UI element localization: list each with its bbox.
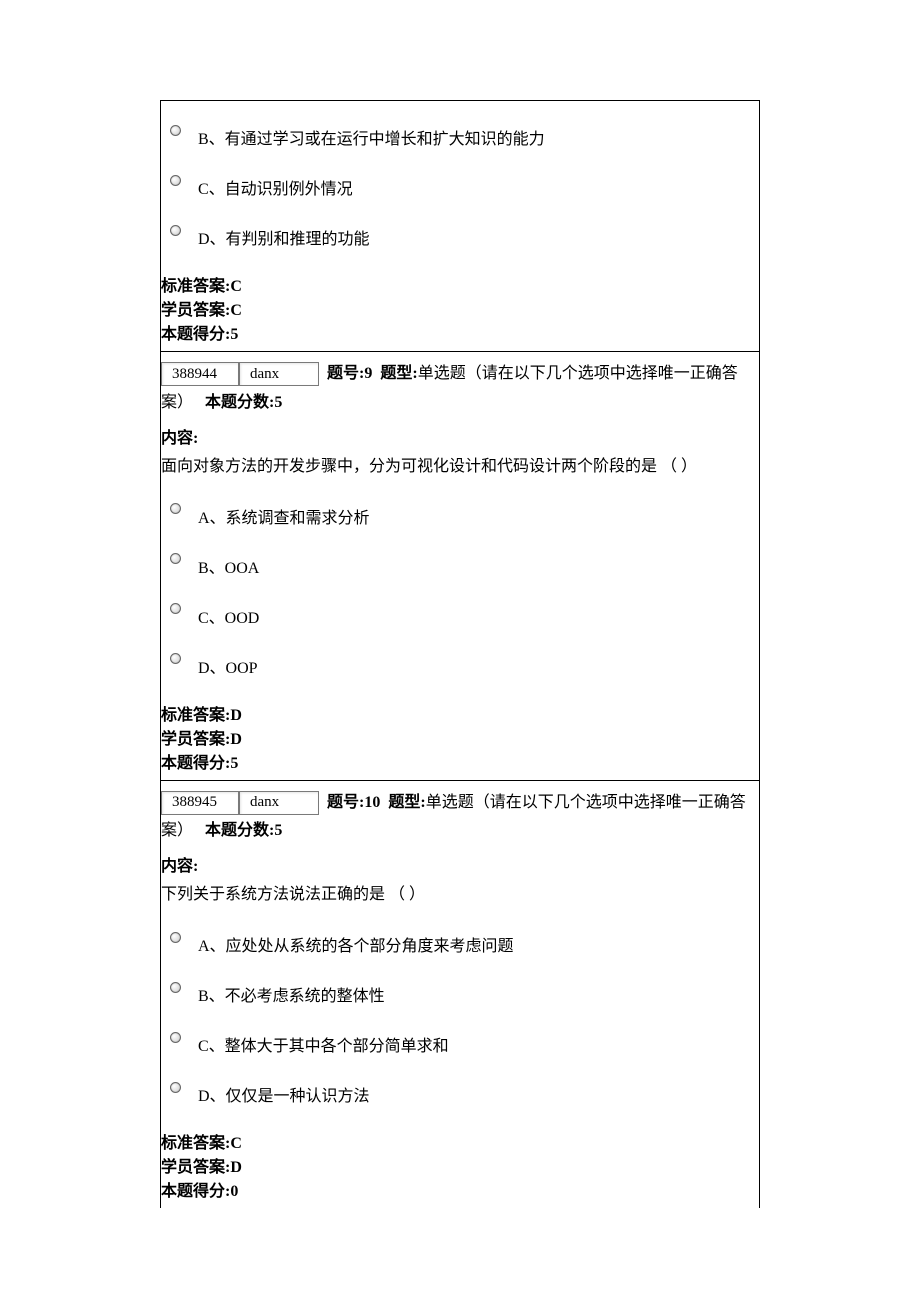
radio-icon[interactable] <box>170 175 181 186</box>
standard-answer-value: C <box>230 278 242 295</box>
option-row[interactable]: A、应处处从系统的各个部分角度来考虑问题 <box>166 918 752 968</box>
question-header: 题号:10 题型:单选题（请在以下几个选项中选择唯一正确答案） 本题分数:5 <box>161 781 757 851</box>
question-points-label: 本题分数: <box>205 822 274 839</box>
option-label: B、有通过学习或在运行中增长和扩大知识的能力 <box>198 123 752 149</box>
option-row[interactable]: C、整体大于其中各个部分简单求和 <box>166 1018 752 1068</box>
option-label: D、仅仅是一种认识方法 <box>198 1080 752 1106</box>
score-value: 5 <box>230 326 238 343</box>
radio-icon[interactable] <box>170 932 181 943</box>
options-list: B、有通过学习或在运行中增长和扩大知识的能力 C、自动识别例外情况 D、有判别和… <box>161 101 757 271</box>
standard-answer-value: C <box>230 1135 242 1152</box>
question-type-label: 题型: <box>380 365 417 382</box>
score-label: 本题得分: <box>161 1183 230 1200</box>
question-block: 题号:10 题型:单选题（请在以下几个选项中选择唯一正确答案） 本题分数:5 内… <box>160 780 760 1209</box>
student-answer-value: D <box>230 731 242 748</box>
student-answer-label: 学员答案: <box>161 302 230 319</box>
question-type-input[interactable] <box>239 791 319 815</box>
question-type-label: 题型: <box>388 794 425 811</box>
content-body: 面向对象方法的开发步骤中，分为可视化设计和代码设计两个阶段的是 （ ） <box>161 450 757 480</box>
answers-block: 标准答案:C 学员答案:D 本题得分:0 <box>161 1128 757 1208</box>
option-label: B、OOA <box>198 552 752 578</box>
option-label: C、OOD <box>198 602 752 628</box>
content-body: 下列关于系统方法说法正确的是 （ ） <box>161 878 757 908</box>
radio-icon[interactable] <box>170 653 181 664</box>
option-label: B、不必考虑系统的整体性 <box>198 980 752 1006</box>
answers-block: 标准答案:D 学员答案:D 本题得分:5 <box>161 700 757 780</box>
options-list: A、系统调查和需求分析 B、OOA C、OOD D、OOP <box>161 480 757 700</box>
question-number-value: 10 <box>364 794 380 811</box>
student-answer-label: 学员答案: <box>161 731 230 748</box>
question-block: 题号:9 题型:单选题（请在以下几个选项中选择唯一正确答案） 本题分数:5 内容… <box>160 351 760 780</box>
score-value: 5 <box>230 755 238 772</box>
question-points-label: 本题分数: <box>205 394 274 411</box>
content-label: 内容: <box>161 422 757 450</box>
student-answer-label: 学员答案: <box>161 1159 230 1176</box>
radio-icon[interactable] <box>170 225 181 236</box>
option-label: C、自动识别例外情况 <box>198 173 752 199</box>
option-row[interactable]: C、OOD <box>166 590 752 640</box>
radio-icon[interactable] <box>170 553 181 564</box>
option-row[interactable]: B、不必考虑系统的整体性 <box>166 968 752 1018</box>
options-list: A、应处处从系统的各个部分角度来考虑问题 B、不必考虑系统的整体性 C、整体大于… <box>161 908 757 1128</box>
answers-block: 标准答案:C 学员答案:C 本题得分:5 <box>161 271 757 351</box>
question-number-value: 9 <box>364 365 372 382</box>
option-label: A、系统调查和需求分析 <box>198 502 752 528</box>
option-label: A、应处处从系统的各个部分角度来考虑问题 <box>198 930 752 956</box>
score-label: 本题得分: <box>161 326 230 343</box>
radio-icon[interactable] <box>170 603 181 614</box>
option-label: D、有判别和推理的功能 <box>198 223 752 249</box>
question-number-label: 题号: <box>327 794 364 811</box>
student-answer-value: C <box>230 302 242 319</box>
standard-answer-value: D <box>230 707 242 724</box>
option-label: D、OOP <box>198 652 752 678</box>
radio-icon[interactable] <box>170 503 181 514</box>
radio-icon[interactable] <box>170 1082 181 1093</box>
question-id-input[interactable] <box>161 362 239 386</box>
option-label: C、整体大于其中各个部分简单求和 <box>198 1030 752 1056</box>
question-header: 题号:9 题型:单选题（请在以下几个选项中选择唯一正确答案） 本题分数:5 <box>161 352 757 422</box>
standard-answer-label: 标准答案: <box>161 707 230 724</box>
student-answer-value: D <box>230 1159 242 1176</box>
option-row[interactable]: D、有判别和推理的功能 <box>166 211 752 261</box>
radio-icon[interactable] <box>170 982 181 993</box>
standard-answer-label: 标准答案: <box>161 1135 230 1152</box>
question-type-input[interactable] <box>239 362 319 386</box>
score-label: 本题得分: <box>161 755 230 772</box>
option-row[interactable]: D、仅仅是一种认识方法 <box>166 1068 752 1118</box>
radio-icon[interactable] <box>170 1032 181 1043</box>
option-row[interactable]: D、OOP <box>166 640 752 690</box>
question-points-value: 5 <box>274 822 282 839</box>
question-points-value: 5 <box>274 394 282 411</box>
option-row[interactable]: B、有通过学习或在运行中增长和扩大知识的能力 <box>166 111 752 161</box>
standard-answer-label: 标准答案: <box>161 278 230 295</box>
content-label: 内容: <box>161 850 757 878</box>
radio-icon[interactable] <box>170 125 181 136</box>
question-number-label: 题号: <box>327 365 364 382</box>
question-id-input[interactable] <box>161 791 239 815</box>
score-value: 0 <box>230 1183 238 1200</box>
option-row[interactable]: B、OOA <box>166 540 752 590</box>
option-row[interactable]: C、自动识别例外情况 <box>166 161 752 211</box>
question-block: B、有通过学习或在运行中增长和扩大知识的能力 C、自动识别例外情况 D、有判别和… <box>160 100 760 351</box>
option-row[interactable]: A、系统调查和需求分析 <box>166 490 752 540</box>
